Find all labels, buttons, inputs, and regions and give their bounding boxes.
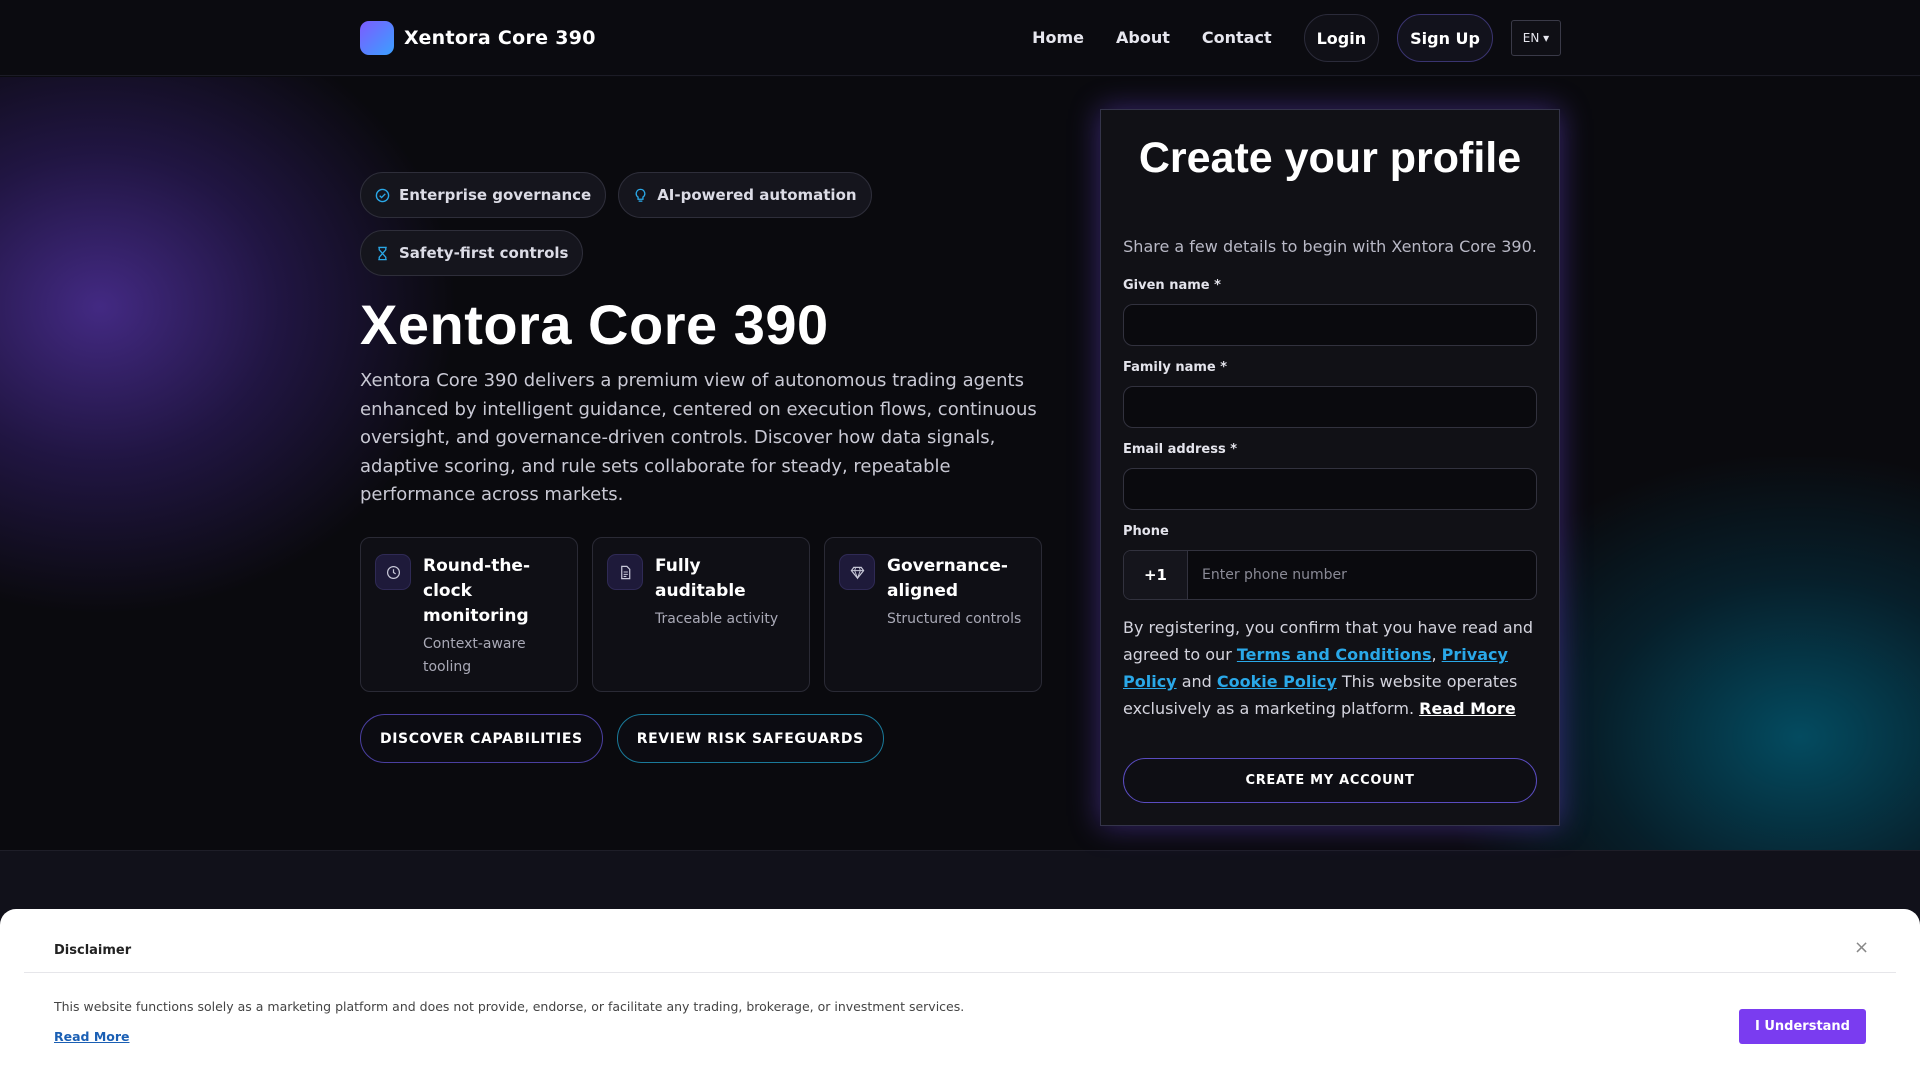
brand-name: Xentora Core 390	[404, 27, 596, 49]
badge-label: AI-powered automation	[657, 186, 857, 204]
brand[interactable]: Xentora Core 390	[360, 21, 596, 55]
feature-subtitle: Structured controls	[887, 611, 1022, 627]
feature-cards: Round-the-clock monitoring Context-aware…	[360, 537, 1042, 692]
phone-input[interactable]: Enter phone number	[1188, 551, 1536, 599]
login-button[interactable]: Login	[1303, 14, 1380, 62]
badge-label: Safety-first controls	[399, 244, 569, 262]
hourglass-icon	[378, 246, 387, 260]
feature-card: Governance-aligned Structured controls	[824, 537, 1042, 692]
given-name-field[interactable]	[1123, 304, 1537, 346]
cookie-link[interactable]: Cookie Policy	[1217, 672, 1337, 691]
disclaimer-banner: Disclaimer × This website functions sole…	[0, 909, 1920, 1080]
family-name-label: Family name *	[1123, 360, 1228, 375]
review-risk-safeguards-button[interactable]: REVIEW RISK SAFEGUARDS	[616, 714, 884, 763]
feature-text: Round-the-clock monitoring Context-aware…	[423, 554, 563, 675]
email-field[interactable]	[1123, 468, 1537, 510]
nav-contact-link[interactable]: Contact	[1186, 15, 1288, 61]
clock-icon	[375, 554, 411, 590]
feature-subtitle: Traceable activity	[655, 611, 779, 627]
site-header: Xentora Core 390 Home About Contact Logi…	[0, 0, 1920, 76]
disclaimer-read-more-link[interactable]: Read More	[54, 1029, 130, 1044]
hero-cta-group: DISCOVER CAPABILITIES REVIEW RISK SAFEGU…	[360, 714, 884, 763]
brand-logo-icon	[360, 21, 394, 55]
nav-about-link[interactable]: About	[1100, 15, 1186, 61]
feature-text: Fully auditable Traceable activity	[655, 554, 795, 675]
legal-and: and	[1181, 672, 1212, 691]
hero-badges: Enterprise governance AI-powered automat…	[360, 172, 880, 276]
feature-text: Governance-aligned Structured controls	[887, 554, 1027, 675]
gem-icon	[839, 554, 875, 590]
lightbulb-icon	[635, 188, 646, 202]
signup-button[interactable]: Sign Up	[1397, 14, 1493, 62]
email-label: Email address *	[1123, 442, 1238, 457]
signup-form-card: Create your profile Share a few details …	[1100, 109, 1560, 826]
nav-home-link[interactable]: Home	[1016, 15, 1100, 61]
family-name-field[interactable]	[1123, 386, 1537, 428]
phone-country-code[interactable]: +1	[1124, 551, 1188, 599]
badge-label: Enterprise governance	[399, 186, 592, 204]
main-nav: Home About Contact Login Sign Up EN ▾	[1016, 14, 1561, 62]
discover-capabilities-button[interactable]: DISCOVER CAPABILITIES	[360, 714, 603, 763]
form-subtitle: Share a few details to begin with Xentor…	[1123, 237, 1537, 256]
disclaimer-divider	[24, 972, 1896, 973]
language-selector[interactable]: EN ▾	[1511, 20, 1561, 56]
phone-label: Phone	[1123, 524, 1169, 539]
disclaimer-text: This website functions solely as a marke…	[54, 999, 965, 1014]
badge-safety-controls: Safety-first controls	[360, 230, 584, 276]
feature-card: Round-the-clock monitoring Context-aware…	[360, 537, 578, 692]
feature-subtitle: Context-aware tooling	[423, 636, 526, 675]
hero-description: Xentora Core 390 delivers a premium view…	[360, 370, 1037, 505]
badge-enterprise-governance: Enterprise governance	[360, 172, 607, 218]
phone-field-group: +1 Enter phone number	[1123, 550, 1537, 600]
feature-title: Round-the-clock monitoring	[423, 556, 531, 626]
close-icon[interactable]: ×	[1854, 937, 1869, 958]
hero-title: Xentora Core 390	[360, 293, 829, 356]
feature-title: Fully auditable	[655, 556, 746, 601]
given-name-label: Given name *	[1123, 278, 1221, 293]
feature-title: Governance-aligned	[887, 556, 1008, 601]
legal-text: By registering, you confirm that you hav…	[1123, 618, 1534, 718]
legal-read-more-link[interactable]: Read More	[1419, 699, 1516, 718]
feature-card: Fully auditable Traceable activity	[592, 537, 810, 692]
disclaimer-title: Disclaimer	[54, 943, 132, 958]
document-icon	[607, 554, 643, 590]
terms-link[interactable]: Terms and Conditions	[1237, 645, 1432, 664]
badge-ai-automation: AI-powered automation	[618, 172, 872, 218]
check-circle-icon	[375, 188, 390, 202]
form-title: Create your profile	[1138, 134, 1522, 182]
create-account-button[interactable]: CREATE MY ACCOUNT	[1123, 758, 1537, 803]
i-understand-button[interactable]: I Understand	[1739, 1009, 1866, 1044]
